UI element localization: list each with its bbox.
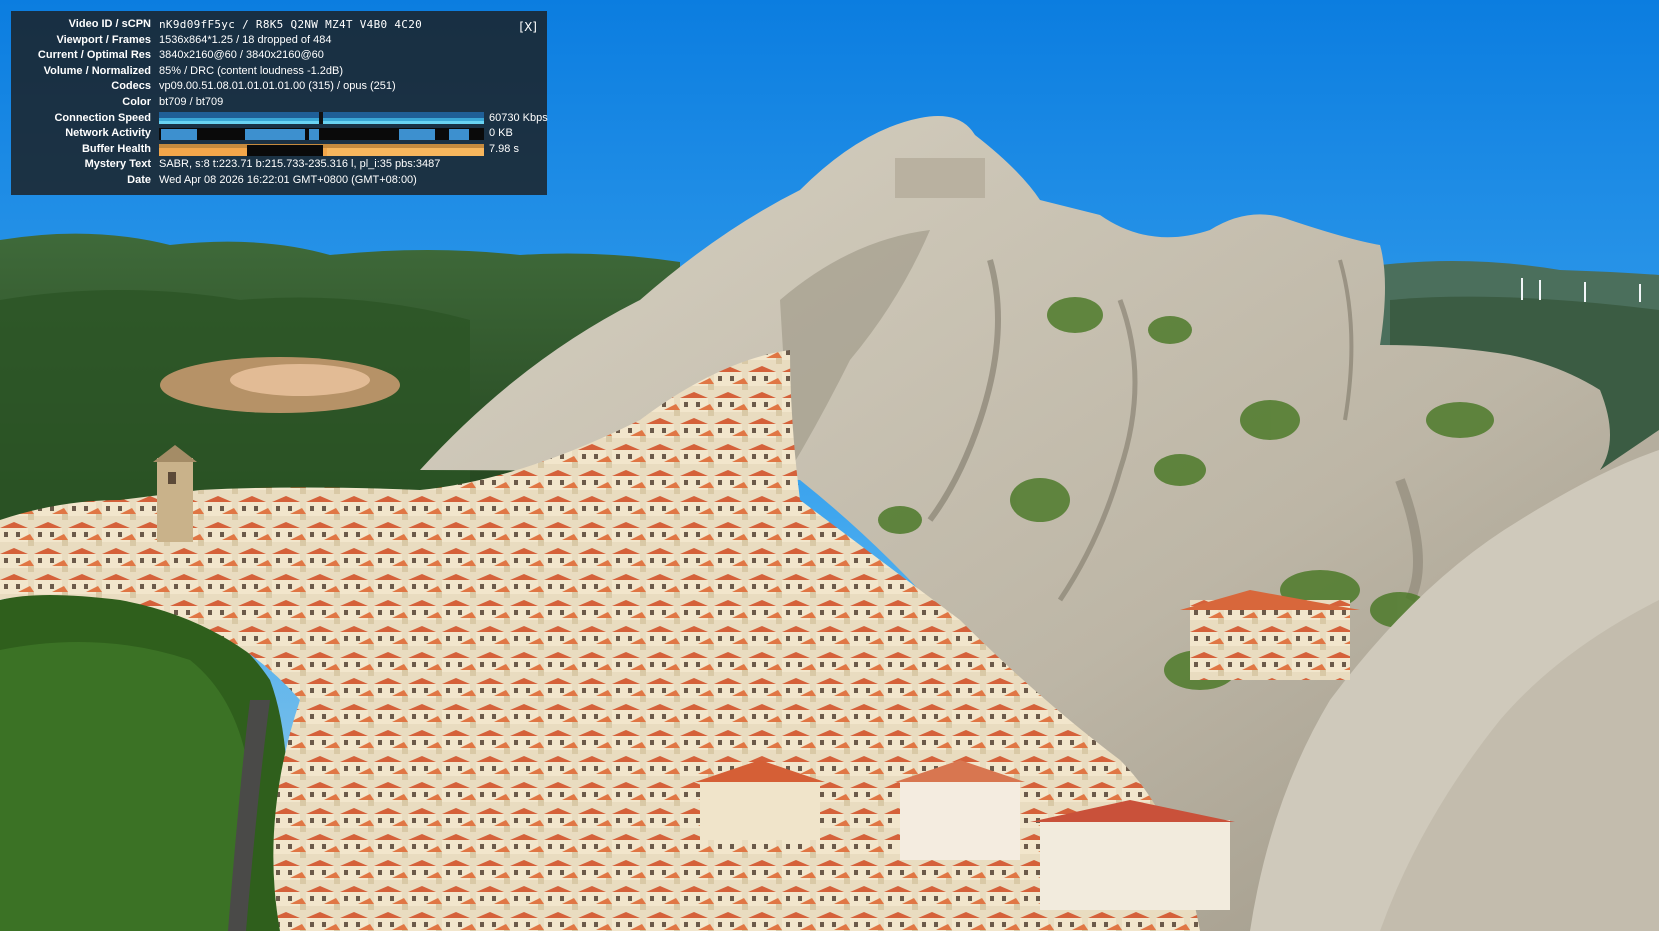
stat-label: Video ID / sCPN	[68, 18, 151, 30]
stat-value: 85% / DRC (content loudness -1.2dB)	[159, 64, 344, 77]
stat-row-resolution: Current / Optimal Res 3840x2160@60 / 384…	[19, 48, 539, 64]
stat-label: Codecs	[111, 80, 151, 93]
network-activity-sparkline	[159, 127, 484, 140]
stat-label: Connection Speed	[54, 111, 151, 124]
stat-label: Volume / Normalized	[43, 64, 151, 77]
stat-value: vp09.00.51.08.01.01.01.01.00 (315) / opu…	[159, 80, 396, 93]
stat-value: 60730 Kbps	[489, 111, 548, 124]
stat-label: Network Activity	[65, 127, 151, 140]
stats-for-nerds-panel: [X] Video ID / sCPN nK9d09fF5yc / R8K5 Q…	[11, 11, 548, 195]
buffer-health-sparkline	[159, 143, 484, 156]
stat-label: Color	[122, 95, 151, 108]
stat-row-buffer-health: Buffer Health 7.98 s	[19, 142, 539, 158]
stat-value: nK9d09fF5yc / R8K5 Q2NW MZ4T V4B0 4C20	[159, 18, 423, 31]
connection-speed-graph	[159, 112, 484, 125]
stat-row-connection-speed: Connection Speed 60730 Kbps	[19, 111, 548, 127]
stat-row-date: Date Wed Apr 08 2026 16:22:01 GMT+0800 (…	[19, 173, 539, 189]
stat-value: 0 KB	[489, 127, 513, 140]
stat-row-color: Color bt709 / bt709	[19, 95, 539, 111]
stat-value: 3840x2160@60 / 3840x2160@60	[159, 49, 324, 62]
stat-label: Mystery Text	[84, 158, 151, 171]
stat-label: Buffer Health	[81, 142, 151, 155]
close-stats-button[interactable]: [X]	[519, 20, 537, 36]
stat-value: 7.98 s	[489, 142, 519, 155]
network-activity-graph	[159, 127, 484, 140]
buffer-health-graph	[159, 143, 484, 156]
stat-row-viewport: Viewport / Frames 1536x864*1.25 / 18 dro…	[19, 33, 539, 49]
stat-label: Current / Optimal Res	[37, 49, 151, 62]
stat-row-codecs: Codecs vp09.00.51.08.01.01.01.01.00 (315…	[19, 79, 539, 95]
stat-row-network-activity: Network Activity 0 KB	[19, 126, 539, 142]
stat-row-video-id: Video ID / sCPN nK9d09fF5yc / R8K5 Q2NW …	[19, 17, 539, 33]
stat-value: Wed Apr 08 2026 16:22:01 GMT+0800 (GMT+0…	[159, 173, 417, 186]
stat-row-mystery-text: Mystery Text SABR, s:8 t:223.71 b:215.73…	[19, 157, 539, 173]
stat-label: Date	[127, 173, 151, 186]
stat-label: Viewport / Frames	[56, 33, 151, 46]
stat-value: SABR, s:8 t:223.71 b:215.733-235.316 l, …	[159, 158, 441, 171]
connection-speed-sparkline	[159, 112, 484, 125]
stat-value: bt709 / bt709	[159, 95, 224, 108]
stat-value: 1536x864*1.25 / 18 dropped of 484	[159, 33, 332, 46]
stat-row-volume: Volume / Normalized 85% / DRC (content l…	[19, 64, 539, 80]
